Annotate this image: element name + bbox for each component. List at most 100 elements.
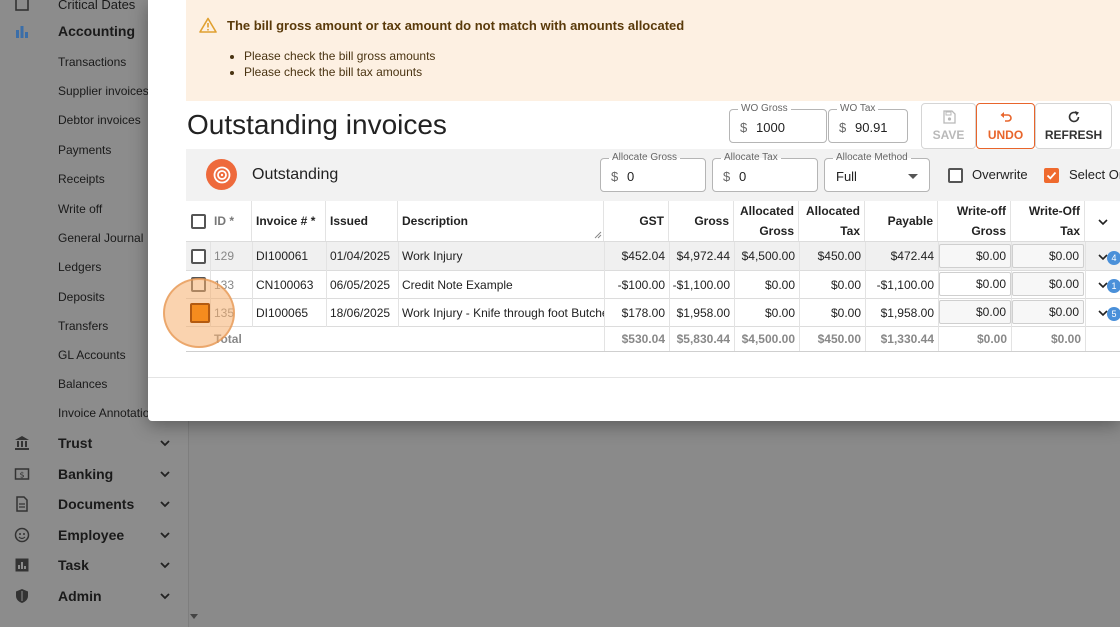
warning-alert: The bill gross amount or tax amount do n…	[186, 0, 1120, 101]
column-header-allocated-tax[interactable]: Allocated Tax	[799, 201, 865, 241]
cell-allocated-tax: $0.00	[830, 306, 861, 320]
sidebar-item-label: Documents	[58, 496, 135, 512]
sidebar-subitem-transactions[interactable]: Transactions	[58, 55, 126, 69]
sidebar-subitem-transfers[interactable]: Transfers	[58, 319, 108, 333]
column-header-id[interactable]: ID *	[210, 201, 252, 241]
sidebar-item-trust[interactable]: Trust	[0, 429, 202, 457]
sidebar-item-employee[interactable]: Employee	[0, 521, 202, 549]
chevron-down-icon	[160, 471, 170, 478]
cell-allocated-gross: $0.00	[764, 306, 795, 320]
column-divider	[604, 242, 605, 351]
cell-gross: -$1,100.00	[672, 278, 730, 292]
write-off-gross-input[interactable]: $0.00	[939, 244, 1011, 268]
field-label: Allocate Gross	[609, 152, 681, 164]
sidebar-subitem-general-journal[interactable]: General Journal	[58, 231, 143, 245]
total-gst: $530.04	[621, 332, 665, 346]
wo-tax-value: 90.91	[855, 120, 888, 135]
column-divider	[799, 242, 800, 351]
sidebar-item-task[interactable]: Task	[0, 551, 202, 579]
allocate-tax-field[interactable]: Allocate Tax $ 0	[712, 152, 818, 192]
sidebar-subitem-supplier-invoices[interactable]: Supplier invoices	[58, 84, 149, 98]
total-write-off-tax: $0.00	[1050, 332, 1081, 346]
select-label: Select Or	[1069, 167, 1120, 182]
write-off-tax-input[interactable]: $0.00	[1012, 244, 1084, 268]
sidebar-subitem-gl-accounts[interactable]: GL Accounts	[58, 348, 126, 362]
column-header-gst[interactable]: GST	[604, 201, 669, 241]
wo-gross-field[interactable]: WO Gross $ 1000	[729, 103, 827, 143]
cell-allocated-gross: $4,500.00	[741, 249, 795, 263]
write-off-gross-input[interactable]: $0.00	[939, 300, 1011, 324]
chevron-down-icon	[160, 440, 170, 447]
write-off-tax-input[interactable]: $0.00	[1012, 272, 1084, 296]
refresh-button[interactable]: REFRESH	[1035, 103, 1112, 149]
column-header-issued[interactable]: Issued	[326, 201, 398, 241]
column-header-gross[interactable]: Gross	[669, 201, 734, 241]
column-header-allocated-gross[interactable]: Allocated Gross	[734, 201, 799, 241]
sidebar-item-documents[interactable]: Documents	[0, 490, 202, 518]
write-off-tax-input[interactable]: $0.00	[1012, 300, 1084, 324]
count-badge: 1	[1107, 279, 1120, 293]
row-checkbox-highlighted[interactable]	[190, 303, 210, 323]
cell-gst: $178.00	[621, 306, 665, 320]
select-all-checkbox[interactable]	[191, 214, 206, 229]
sidebar-item-label: Employee	[58, 527, 125, 543]
write-off-gross-input[interactable]: $0.00	[939, 272, 1011, 296]
wo-tax-field[interactable]: WO Tax $ 90.91	[828, 103, 908, 143]
cell-gross: $1,958.00	[676, 306, 730, 320]
cell-gross: $4,972.44	[676, 249, 730, 263]
column-header-write-off-gross[interactable]: Write-off Gross	[938, 201, 1011, 241]
resize-handle-icon[interactable]	[594, 231, 602, 239]
cell-allocated-tax: $0.00	[830, 278, 861, 292]
column-divider	[326, 242, 327, 327]
sidebar-subitem-deposits[interactable]: Deposits	[58, 290, 105, 304]
total-allocated-gross: $4,500.00	[741, 332, 795, 346]
total-write-off-gross: $0.00	[976, 332, 1007, 346]
select-checkbox[interactable]	[1044, 168, 1059, 183]
banking-icon: $	[14, 466, 30, 482]
chevron-down-icon	[160, 532, 170, 539]
allocate-tax-value: 0	[739, 169, 747, 184]
row-checkbox[interactable]	[191, 249, 206, 264]
column-divider	[1011, 242, 1012, 351]
save-button[interactable]: SAVE	[921, 103, 976, 149]
sidebar-subitem-ledgers[interactable]: Ledgers	[58, 260, 101, 274]
overwrite-checkbox[interactable]	[948, 168, 963, 183]
bank-icon	[14, 435, 30, 451]
allocate-method-select[interactable]: Allocate Method Full	[824, 152, 930, 192]
column-header-payable[interactable]: Payable	[865, 201, 938, 241]
alert-title: The bill gross amount or tax amount do n…	[227, 18, 685, 33]
sidebar-subitem-balances[interactable]: Balances	[58, 377, 107, 391]
sidebar-subitem-payments[interactable]: Payments	[58, 143, 111, 157]
save-icon	[942, 110, 956, 124]
task-icon	[14, 557, 30, 573]
column-header-write-off-tax[interactable]: Write-Off Tax	[1011, 201, 1085, 241]
column-header-invoice[interactable]: Invoice # *	[252, 201, 326, 241]
undo-button[interactable]: UNDO	[976, 103, 1035, 149]
undo-label: UNDO	[987, 128, 1024, 142]
allocate-gross-field[interactable]: Allocate Gross $ 0	[600, 152, 706, 192]
sidebar-item-label: Banking	[58, 466, 114, 482]
save-label: SAVE	[932, 128, 965, 142]
scroll-down-arrow-icon[interactable]	[190, 614, 198, 619]
alert-list: Please check the bill gross amounts Plea…	[244, 48, 435, 80]
field-label: Allocate Tax	[721, 152, 781, 164]
count-badge: 5	[1107, 307, 1120, 321]
calendar-icon	[14, 0, 30, 12]
currency-prefix: $	[839, 120, 847, 135]
sidebar-item-banking[interactable]: $ Banking	[0, 460, 202, 488]
sidebar-subitem-receipts[interactable]: Receipts	[58, 172, 105, 186]
cell-payable: $472.44	[890, 249, 934, 263]
wo-gross-value: 1000	[756, 120, 785, 135]
sidebar-subitem-invoice-annotations[interactable]: Invoice Annotations	[58, 406, 162, 420]
chevron-down-icon[interactable]	[1097, 216, 1109, 228]
sidebar-item-admin[interactable]: Admin	[0, 582, 202, 610]
employee-icon	[14, 527, 30, 543]
undo-icon	[1000, 112, 1012, 122]
column-divider	[398, 242, 399, 327]
currency-prefix: $	[611, 169, 619, 184]
count-badge: 4	[1107, 251, 1120, 265]
sidebar-subitem-debtor-invoices[interactable]: Debtor invoices	[58, 113, 141, 127]
total-gross: $5,830.44	[676, 332, 730, 346]
column-header-description[interactable]: Description	[398, 201, 604, 241]
sidebar-subitem-write-off[interactable]: Write off	[58, 202, 102, 216]
